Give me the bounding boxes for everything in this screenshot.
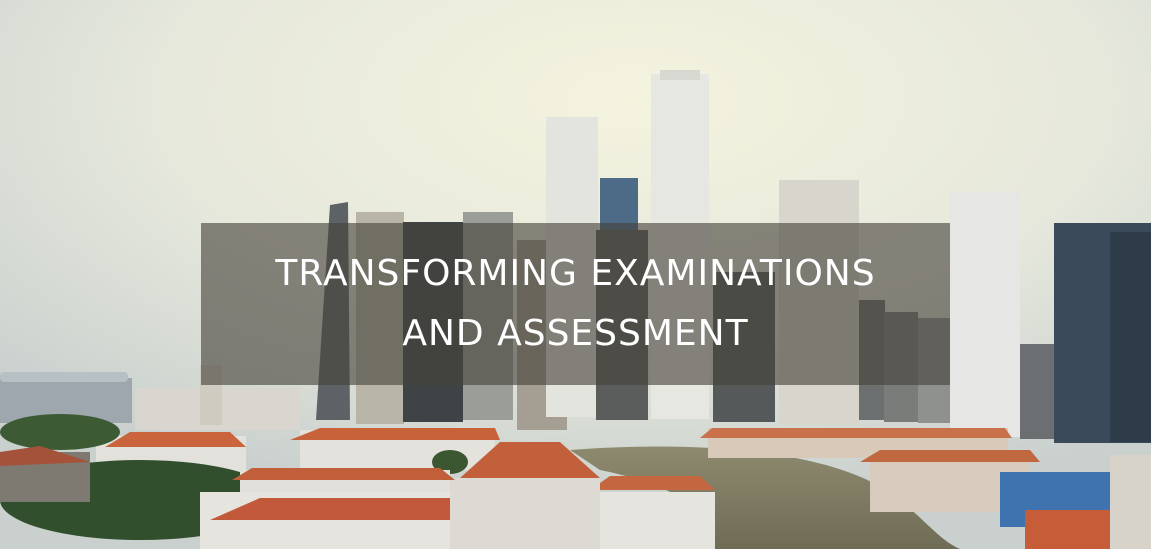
title-line-2: AND ASSESSMENT — [402, 313, 749, 354]
video-title: TRANSFORMING EXAMINATIONS AND ASSESSMENT — [275, 244, 875, 364]
title-overlay: TRANSFORMING EXAMINATIONS AND ASSESSMENT — [201, 223, 950, 385]
title-line-1: TRANSFORMING EXAMINATIONS — [275, 253, 876, 294]
